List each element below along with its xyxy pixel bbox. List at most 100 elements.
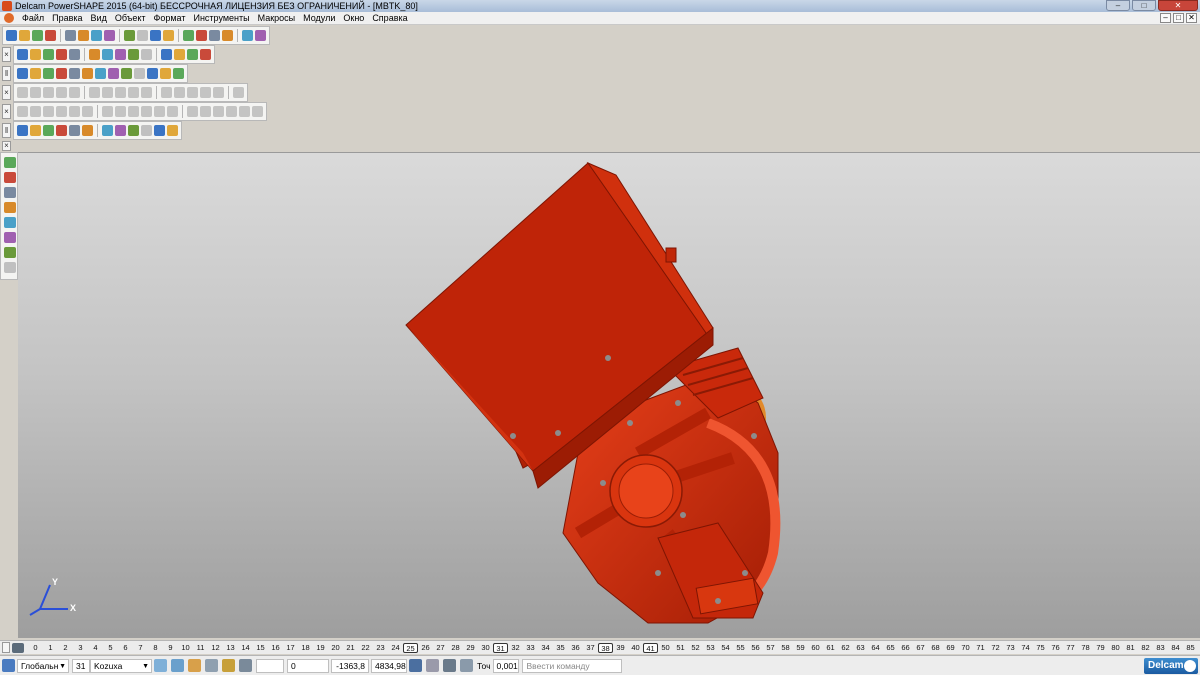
grid-icon[interactable]	[43, 68, 54, 79]
level-button[interactable]: 13	[223, 643, 238, 653]
menu-view[interactable]: Вид	[87, 12, 111, 24]
level-button[interactable]: 77	[1063, 643, 1078, 653]
workplane-icon[interactable]	[4, 187, 16, 198]
surf17-icon[interactable]	[239, 106, 250, 117]
level-name-select[interactable]: Kozuxa ▼	[90, 658, 152, 673]
menu-object[interactable]: Объект	[111, 12, 150, 24]
keyboard-icon[interactable]	[443, 659, 456, 672]
lock-icon[interactable]	[426, 659, 439, 672]
save-icon[interactable]	[32, 30, 43, 41]
curve15-icon[interactable]	[213, 87, 224, 98]
paste-icon[interactable]	[91, 30, 102, 41]
level-button[interactable]: 16	[268, 643, 283, 653]
level-button[interactable]: 50	[658, 643, 673, 653]
level-button[interactable]: 71	[973, 643, 988, 653]
level-button[interactable]: 66	[898, 643, 913, 653]
workplane-icon[interactable]	[2, 659, 15, 672]
mesh2-icon[interactable]	[115, 125, 126, 136]
zoom-in-icon[interactable]	[89, 49, 100, 60]
curve4-icon[interactable]	[56, 87, 67, 98]
level-button[interactable]: 83	[1153, 643, 1168, 653]
toolbar-grip-handle[interactable]: ‖	[2, 66, 11, 81]
document-icon[interactable]	[4, 13, 14, 23]
filter-icon[interactable]	[4, 172, 16, 183]
levels-icon[interactable]	[12, 642, 24, 653]
level-button[interactable]: 35	[553, 643, 568, 653]
level-button[interactable]: 39	[613, 643, 628, 653]
curve14-icon[interactable]	[200, 87, 211, 98]
level-button[interactable]: 81	[1123, 643, 1138, 653]
new-icon[interactable]	[6, 30, 17, 41]
level-button[interactable]: 34	[538, 643, 553, 653]
redo-icon[interactable]	[137, 30, 148, 41]
level-button[interactable]: 40	[628, 643, 643, 653]
level-button[interactable]: 56	[748, 643, 763, 653]
level-button[interactable]: 54	[718, 643, 733, 653]
mdi-close-button[interactable]: ✕	[1186, 13, 1197, 23]
curve1-icon[interactable]	[17, 87, 28, 98]
graphics-viewport[interactable]: X Y	[18, 152, 1200, 638]
level-button[interactable]: 18	[298, 643, 313, 653]
level-button[interactable]: 30	[478, 643, 493, 653]
circle-icon[interactable]	[183, 30, 194, 41]
sphere-orange-icon[interactable]	[69, 68, 80, 79]
level-button[interactable]: 72	[988, 643, 1003, 653]
cube-orange-icon[interactable]	[69, 125, 80, 136]
cube-red-icon[interactable]	[82, 125, 93, 136]
level-button[interactable]: 32	[508, 643, 523, 653]
level-button[interactable]: 70	[958, 643, 973, 653]
menu-tools[interactable]: Инструменты	[189, 12, 253, 24]
mdi-restore-button[interactable]: □	[1173, 13, 1184, 23]
arrow-green-icon[interactable]	[95, 68, 106, 79]
surf1-icon[interactable]	[17, 106, 28, 117]
calculator-icon[interactable]	[409, 659, 422, 672]
toolbar-close-handle[interactable]: ×	[2, 47, 11, 62]
line-icon[interactable]	[150, 30, 161, 41]
level-button[interactable]: 64	[868, 643, 883, 653]
curve-icon[interactable]	[196, 30, 207, 41]
level-button[interactable]: 51	[673, 643, 688, 653]
level-button[interactable]: 67	[913, 643, 928, 653]
cut-icon[interactable]	[65, 30, 76, 41]
level-button[interactable]: 14	[238, 643, 253, 653]
curve8-icon[interactable]	[115, 87, 126, 98]
list-icon[interactable]	[30, 68, 41, 79]
toolbar-close-handle[interactable]: ×	[2, 141, 11, 151]
doc-icon[interactable]	[17, 68, 28, 79]
level-button[interactable]: 1	[43, 643, 58, 653]
zoom-out-icon[interactable]	[102, 49, 113, 60]
copy-icon[interactable]	[78, 30, 89, 41]
level-button[interactable]: 23	[373, 643, 388, 653]
menu-modules[interactable]: Модули	[299, 12, 339, 24]
sphere-green-icon[interactable]	[56, 68, 67, 79]
level-button[interactable]: 41	[643, 642, 658, 653]
level-button[interactable]: 0	[28, 643, 43, 653]
command-input[interactable]: Ввести команду	[521, 658, 622, 673]
levels-close-handle[interactable]	[2, 642, 10, 653]
level-button[interactable]: 55	[733, 643, 748, 653]
wave-icon[interactable]	[154, 125, 165, 136]
level-button[interactable]: 36	[568, 643, 583, 653]
mdi-minimize-button[interactable]: –	[1160, 13, 1171, 23]
menu-macros[interactable]: Макросы	[254, 12, 300, 24]
mesh-icon[interactable]	[102, 125, 113, 136]
level-button[interactable]: 31	[493, 642, 508, 653]
curve13-icon[interactable]	[187, 87, 198, 98]
surf12-icon[interactable]	[167, 106, 178, 117]
view-top-icon[interactable]	[17, 49, 28, 60]
surf10-icon[interactable]	[141, 106, 152, 117]
workplane-select[interactable]: Глобальн ▼	[17, 658, 69, 673]
level-button[interactable]: 52	[688, 643, 703, 653]
toolbar-close-handle[interactable]: ×	[2, 85, 11, 100]
level-button[interactable]: 37	[583, 643, 598, 653]
level-button[interactable]: 22	[358, 643, 373, 653]
open-icon[interactable]	[19, 30, 30, 41]
tolerance-field[interactable]: 0,001	[492, 658, 519, 673]
mesh4-icon[interactable]	[141, 125, 152, 136]
level-button[interactable]: 5	[103, 643, 118, 653]
cube-icon[interactable]	[121, 68, 132, 79]
arrow-blue-icon[interactable]	[108, 68, 119, 79]
coord-x-field[interactable]: -1363,8	[331, 658, 369, 673]
close-button[interactable]: ✕	[1158, 0, 1198, 11]
zoom-box-icon[interactable]	[128, 49, 139, 60]
